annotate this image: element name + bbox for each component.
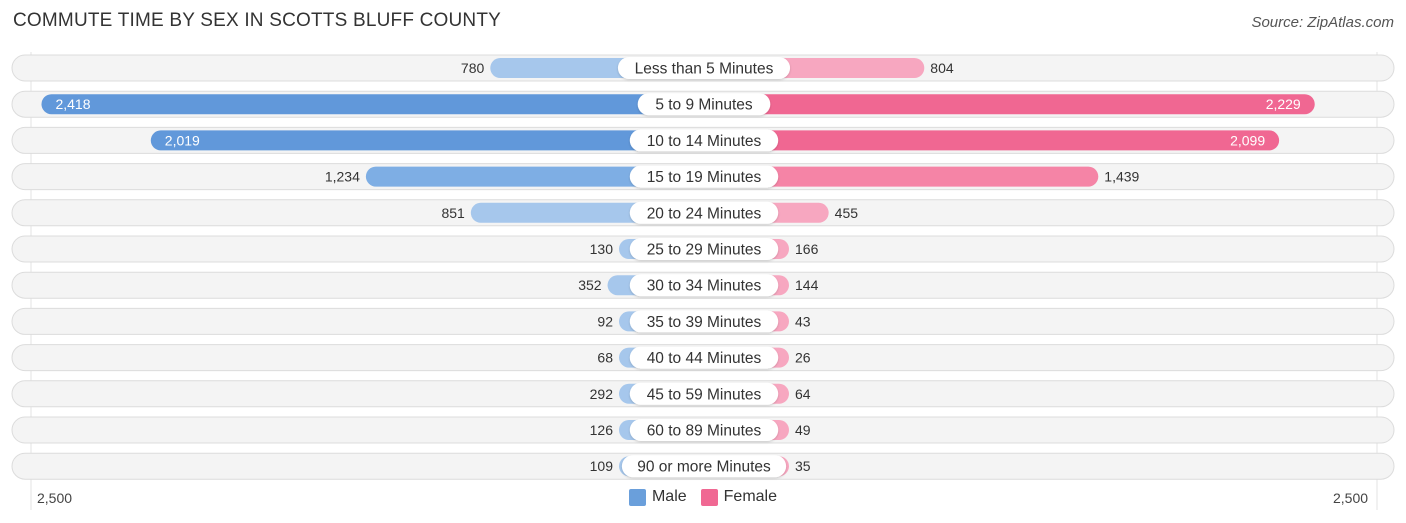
category-label: 20 to 24 Minutes: [647, 205, 762, 222]
legend-swatch-male: [628, 488, 646, 506]
legend-label-female: Female: [723, 488, 778, 505]
bar-male: [150, 130, 704, 151]
value-label-male: 126: [590, 422, 614, 438]
value-label-female: 43: [795, 313, 811, 329]
legend-item-male[interactable]: Male: [628, 488, 687, 506]
category-label: 45 to 59 Minutes: [647, 386, 762, 403]
category-label: 25 to 29 Minutes: [647, 242, 762, 259]
legend-label-male: Male: [651, 488, 687, 505]
legend-swatch-female: [700, 488, 718, 506]
value-label-male: 2,019: [165, 132, 200, 148]
value-label-female: 26: [795, 350, 811, 366]
row-5: 130 166 25 to 29 Minutes: [11, 235, 1395, 263]
value-label-male: 2,418: [55, 96, 90, 112]
category-label: 5 to 9 Minutes: [655, 97, 753, 114]
category-label: 40 to 44 Minutes: [647, 350, 762, 367]
row-8: 68 26 40 to 44 Minutes: [11, 344, 1395, 372]
rows-group: 780 804 Less than 5 Minutes 2,418 2,229 5 to …: [11, 52, 1395, 510]
row-7: 92 43 35 to 39 Minutes: [11, 307, 1395, 335]
value-label-male: 109: [590, 458, 614, 474]
category-label: 15 to 19 Minutes: [647, 169, 762, 186]
value-label-female: 1,439: [1104, 169, 1139, 185]
value-label-male: 92: [597, 313, 613, 329]
bar-female: [704, 94, 1315, 115]
value-label-male: 130: [590, 241, 614, 257]
category-label: 90 or more Minutes: [637, 459, 771, 476]
value-label-female: 2,229: [1266, 96, 1301, 112]
category-label: Less than 5 Minutes: [635, 61, 774, 78]
value-label-male: 780: [461, 60, 485, 76]
row-11: 109 35 90 or more Minutes: [11, 452, 1395, 480]
row-3: 1,234 1,439 15 to 19 Minutes: [11, 163, 1395, 191]
value-label-female: 64: [795, 386, 811, 402]
value-label-male: 68: [597, 350, 613, 366]
row-4: 851 455 20 to 24 Minutes: [11, 199, 1395, 227]
value-label-male: 1,234: [325, 169, 360, 185]
bar-male: [41, 94, 704, 115]
value-label-female: 2,099: [1230, 132, 1265, 148]
bar-female: [704, 130, 1280, 151]
legend: Male Female: [0, 488, 1406, 506]
row-9: 292 64 45 to 59 Minutes: [11, 380, 1395, 408]
row-2: 2,019 2,099 10 to 14 Minutes: [11, 126, 1395, 154]
row-10: 126 49 60 to 89 Minutes: [11, 416, 1395, 444]
category-label: 35 to 39 Minutes: [647, 314, 762, 331]
legend-item-female[interactable]: Female: [700, 488, 778, 506]
value-label-female: 804: [930, 60, 954, 76]
row-0: 780 804 Less than 5 Minutes: [11, 54, 1395, 82]
category-label: 30 to 34 Minutes: [647, 278, 762, 295]
value-label-male: 292: [590, 386, 614, 402]
value-label-female: 49: [795, 422, 811, 438]
value-label-female: 166: [795, 241, 819, 257]
row-1: 2,418 2,229 5 to 9 Minutes: [11, 90, 1395, 118]
value-label-female: 144: [795, 277, 819, 293]
value-label-female: 455: [835, 205, 859, 221]
value-label-male: 352: [578, 277, 602, 293]
category-label: 10 to 14 Minutes: [647, 133, 762, 150]
value-label-male: 851: [441, 205, 465, 221]
chart-canvas: 780 804 Less than 5 Minutes 2,418 2,229 5 to …: [11, 52, 1395, 510]
row-6: 352 144 30 to 34 Minutes: [11, 271, 1395, 299]
value-label-female: 35: [795, 458, 811, 474]
category-label: 60 to 89 Minutes: [647, 423, 762, 440]
